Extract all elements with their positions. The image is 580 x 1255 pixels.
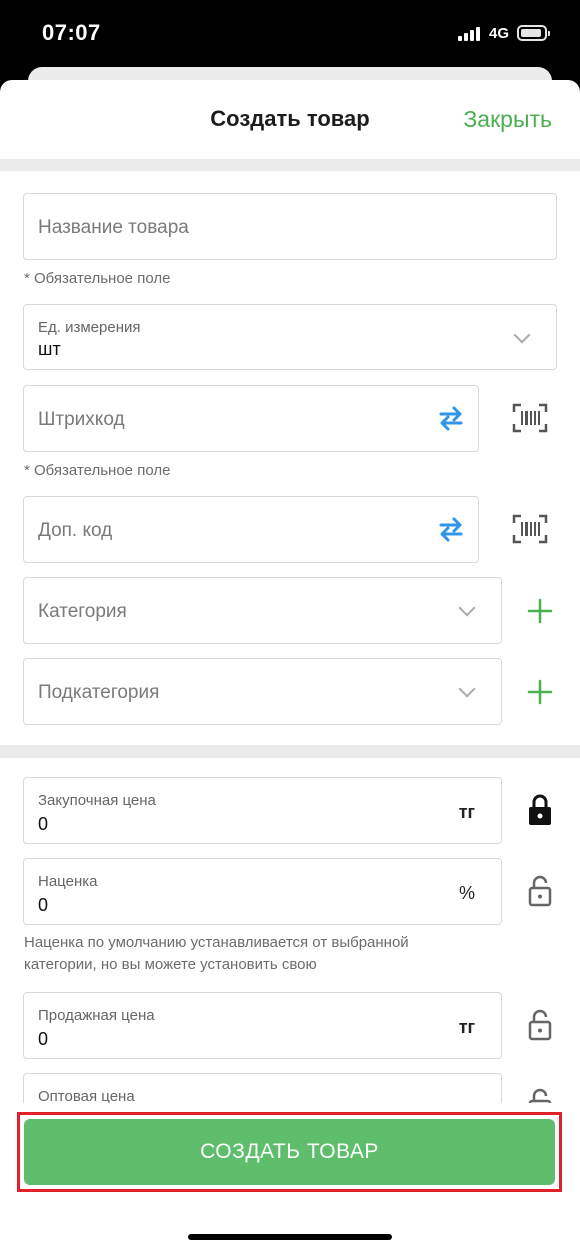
unit-value: шт	[38, 339, 61, 359]
markup-value: 0	[38, 895, 49, 915]
create-button-highlight: СОЗДАТЬ ТОВАР	[17, 1112, 562, 1192]
network-type: 4G	[489, 25, 510, 42]
signal-icon	[458, 27, 482, 41]
markup-note: Наценка по умолчанию устанавливается от …	[24, 934, 409, 973]
lock-closed-icon[interactable]	[528, 794, 552, 826]
category-placeholder: Категория	[38, 601, 127, 622]
status-bar: 07:07 4G	[0, 0, 580, 70]
purchase-price-label: Закупочная цена	[38, 792, 156, 809]
sheet-header: Создать товар Закрыть	[0, 80, 580, 160]
lock-open-icon[interactable]	[528, 875, 552, 907]
sale-price-value: 0	[38, 1029, 49, 1049]
barcode-placeholder: Штрихкод	[38, 409, 125, 430]
currency-label: тг	[458, 1017, 475, 1037]
sale-price-field[interactable]: Продажная цена 0 тг	[23, 992, 502, 1059]
product-name-field[interactable]: Название товара	[23, 193, 557, 260]
chevron-down-icon	[458, 680, 476, 698]
lock-open-icon[interactable]	[528, 1009, 552, 1041]
percent-label: %	[458, 883, 475, 903]
required-hint: * Обязательное поле	[24, 270, 171, 287]
clock: 07:07	[42, 20, 101, 45]
unit-label: Ед. измерения	[38, 319, 141, 336]
header-divider	[0, 159, 580, 171]
create-product-button[interactable]: СОЗДАТЬ ТОВАР	[24, 1119, 555, 1185]
unit-select[interactable]: Ед. измерения шт	[23, 304, 557, 370]
extra-code-field[interactable]: Доп. код	[23, 496, 479, 563]
extra-code-placeholder: Доп. код	[38, 520, 113, 541]
add-subcategory-icon[interactable]	[527, 679, 553, 705]
home-indicator	[188, 1234, 392, 1240]
swap-icon[interactable]	[436, 402, 466, 434]
purchase-price-field[interactable]: Закупочная цена 0 тг	[23, 777, 502, 844]
product-name-placeholder: Название товара	[38, 217, 189, 238]
close-button[interactable]: Закрыть	[463, 106, 552, 133]
add-category-icon[interactable]	[527, 598, 553, 624]
subcategory-placeholder: Подкатегория	[38, 682, 160, 703]
section-divider	[0, 745, 580, 758]
create-product-sheet: Создать товар Закрыть Название товара * …	[0, 80, 580, 1255]
barcode-scan-icon[interactable]	[512, 403, 548, 433]
barcode-scan-icon[interactable]	[512, 514, 548, 544]
markup-field[interactable]: Наценка 0 %	[23, 858, 502, 925]
sale-price-label: Продажная цена	[38, 1007, 155, 1024]
subcategory-select[interactable]: Подкатегория	[23, 658, 502, 725]
purchase-price-value: 0	[38, 814, 49, 834]
category-select[interactable]: Категория	[23, 577, 502, 644]
currency-label: тг	[458, 802, 475, 822]
chevron-down-icon	[458, 599, 476, 617]
battery-icon	[517, 25, 550, 41]
required-hint-barcode: * Обязательное поле	[24, 462, 171, 479]
markup-label: Наценка	[38, 873, 98, 890]
swap-icon[interactable]	[436, 513, 466, 545]
chevron-down-icon	[513, 326, 531, 344]
barcode-field[interactable]: Штрихкод	[23, 385, 479, 452]
